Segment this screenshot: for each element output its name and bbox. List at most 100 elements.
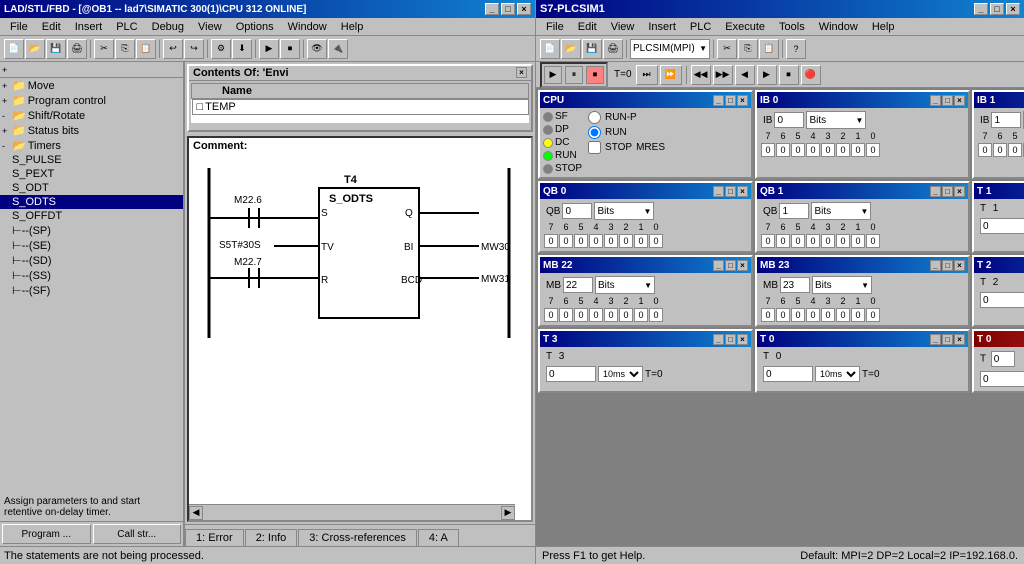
compile-button[interactable]: ⚙ [211, 39, 231, 59]
qb0-bit-1[interactable]: 0 [634, 234, 648, 248]
t0-bl-close-btn[interactable]: × [954, 334, 965, 345]
tree-item-sf[interactable]: ⊢ --(SF) [0, 283, 183, 298]
nav-btn-2[interactable]: ▶▶ [713, 65, 733, 85]
qb1-bit-0[interactable]: 0 [866, 234, 880, 248]
t0-br-value-input[interactable] [980, 371, 1024, 387]
mb22-bit-5[interactable]: 0 [574, 308, 588, 322]
plcsim-maximize-button[interactable]: □ [990, 3, 1004, 15]
menu-help[interactable]: Help [335, 20, 370, 34]
menu-debug[interactable]: Debug [146, 20, 190, 34]
qb1-bit-3[interactable]: 0 [821, 234, 835, 248]
scroll-right-button[interactable]: ▶ [501, 506, 515, 520]
tab-error[interactable]: 1: Error [185, 529, 244, 546]
qb0-bit-7[interactable]: 0 [544, 234, 558, 248]
scan-single-btn[interactable]: ⏭ [636, 65, 658, 85]
mb23-bit-2[interactable]: 0 [836, 308, 850, 322]
mb23-bit-6[interactable]: 0 [776, 308, 790, 322]
tree-item-se[interactable]: ⊢ --(SE) [0, 238, 183, 253]
mb22-close-btn[interactable]: × [737, 260, 748, 271]
tree-scroll[interactable]: + 📁 Move + 📁 Program control - 📂 [0, 78, 183, 493]
plcsim-menu-view[interactable]: View [605, 20, 641, 34]
ib0-bit-1[interactable]: 0 [851, 143, 865, 157]
t0-br-num-input[interactable] [991, 351, 1015, 367]
mb22-type-dropdown[interactable]: Bits ▼ [595, 276, 655, 294]
menu-insert[interactable]: Insert [69, 20, 109, 34]
plcsim-pause-button[interactable]: ⏸ [565, 66, 583, 84]
cpu-minimize-btn[interactable]: _ [713, 95, 724, 106]
run-radio[interactable] [588, 126, 601, 139]
t3-close-btn[interactable]: × [737, 334, 748, 345]
mb23-bit-4[interactable]: 0 [806, 308, 820, 322]
redo-button[interactable]: ↪ [184, 39, 204, 59]
qb1-maximize-btn[interactable]: □ [942, 186, 953, 197]
contents-close-button[interactable]: × [516, 67, 527, 78]
menu-edit[interactable]: Edit [36, 20, 67, 34]
tab-info[interactable]: 2: Info [245, 529, 298, 546]
monitor-button[interactable]: 👁 [307, 39, 327, 59]
menu-file[interactable]: File [4, 20, 34, 34]
qb1-close-btn[interactable]: × [954, 186, 965, 197]
lad-minimize-button[interactable]: _ [485, 3, 499, 15]
tab-crossref[interactable]: 3: Cross-references [298, 529, 417, 546]
qb0-type-dropdown[interactable]: Bits ▼ [594, 202, 654, 220]
qb1-type-dropdown[interactable]: Bits ▼ [811, 202, 871, 220]
plcsim-run-p-button[interactable]: ▶ [544, 66, 562, 84]
ib0-type-dropdown[interactable]: Bits ▼ [806, 111, 866, 129]
ib0-bit-3[interactable]: 0 [821, 143, 835, 157]
tree-item-program-control[interactable]: + 📁 Program control [0, 93, 183, 108]
tree-item-timers[interactable]: - 📂 Timers [0, 138, 183, 153]
mb23-bit-3[interactable]: 0 [821, 308, 835, 322]
tree-item-sp[interactable]: ⊢ --(SP) [0, 223, 183, 238]
qb0-bit-0[interactable]: 0 [649, 234, 663, 248]
tree-item-sd[interactable]: ⊢ --(SD) [0, 253, 183, 268]
lad-close-button[interactable]: × [517, 3, 531, 15]
mb22-maximize-btn[interactable]: □ [725, 260, 736, 271]
tree-item-status-bits[interactable]: + 📁 Status bits [0, 123, 183, 138]
save-button[interactable]: 💾 [46, 39, 66, 59]
ib1-bit-7[interactable]: 0 [978, 143, 992, 157]
t0-bl-minimize-btn[interactable]: _ [930, 334, 941, 345]
run-button[interactable]: ▶ [259, 39, 279, 59]
t1-value-input[interactable] [980, 218, 1024, 234]
plcsim-menu-tools[interactable]: Tools [773, 20, 811, 34]
ib0-bit-6[interactable]: 0 [776, 143, 790, 157]
plcsim-cut-btn[interactable]: ✂ [717, 39, 737, 59]
cut-button[interactable]: ✂ [94, 39, 114, 59]
lad-maximize-button[interactable]: □ [501, 3, 515, 15]
qb1-bit-1[interactable]: 0 [851, 234, 865, 248]
plcsim-menu-execute[interactable]: Execute [719, 20, 771, 34]
mb22-bit-3[interactable]: 0 [604, 308, 618, 322]
online-button[interactable]: 🔌 [328, 39, 348, 59]
ib0-bit-2[interactable]: 0 [836, 143, 850, 157]
new-button[interactable]: 📄 [4, 39, 24, 59]
t0-bl-value-input[interactable] [763, 366, 813, 382]
plcsim-stop-button[interactable]: ⏹ [586, 66, 604, 84]
mb23-minimize-btn[interactable]: _ [930, 260, 941, 271]
t2-value-input[interactable] [980, 292, 1024, 308]
ladder-hscrollbar[interactable]: ◀ ▶ [189, 504, 515, 520]
ib0-bit-5[interactable]: 0 [791, 143, 805, 157]
menu-options[interactable]: Options [230, 20, 280, 34]
mb22-address-input[interactable] [563, 277, 593, 293]
plcsim-menu-plc[interactable]: PLC [684, 20, 717, 34]
qb1-bit-5[interactable]: 0 [791, 234, 805, 248]
plcsim-new-button[interactable]: 📄 [540, 39, 560, 59]
mb22-bit-2[interactable]: 0 [619, 308, 633, 322]
qb0-maximize-btn[interactable]: □ [725, 186, 736, 197]
ib0-bit-0[interactable]: 0 [866, 143, 880, 157]
paste-button[interactable]: 📋 [136, 39, 156, 59]
tree-item-s-offdt[interactable]: S_OFFDT [0, 209, 183, 223]
qb0-bit-6[interactable]: 0 [559, 234, 573, 248]
nav-btn-1[interactable]: ◀◀ [691, 65, 711, 85]
stop-button[interactable]: ⏹ [280, 39, 300, 59]
tree-item-move[interactable]: + 📁 Move [0, 78, 183, 93]
open-button[interactable]: 📂 [25, 39, 45, 59]
tree-item-s-odts[interactable]: S_ODTS [0, 195, 183, 209]
mb23-bit-0[interactable]: 0 [866, 308, 880, 322]
mb22-bit-7[interactable]: 0 [544, 308, 558, 322]
print-button[interactable]: 🖨 [67, 39, 87, 59]
t0-bl-time-select[interactable]: 10ms [815, 366, 860, 382]
plcsim-copy-btn[interactable]: ⎘ [738, 39, 758, 59]
ib0-bit-4[interactable]: 0 [806, 143, 820, 157]
qb0-minimize-btn[interactable]: _ [713, 186, 724, 197]
